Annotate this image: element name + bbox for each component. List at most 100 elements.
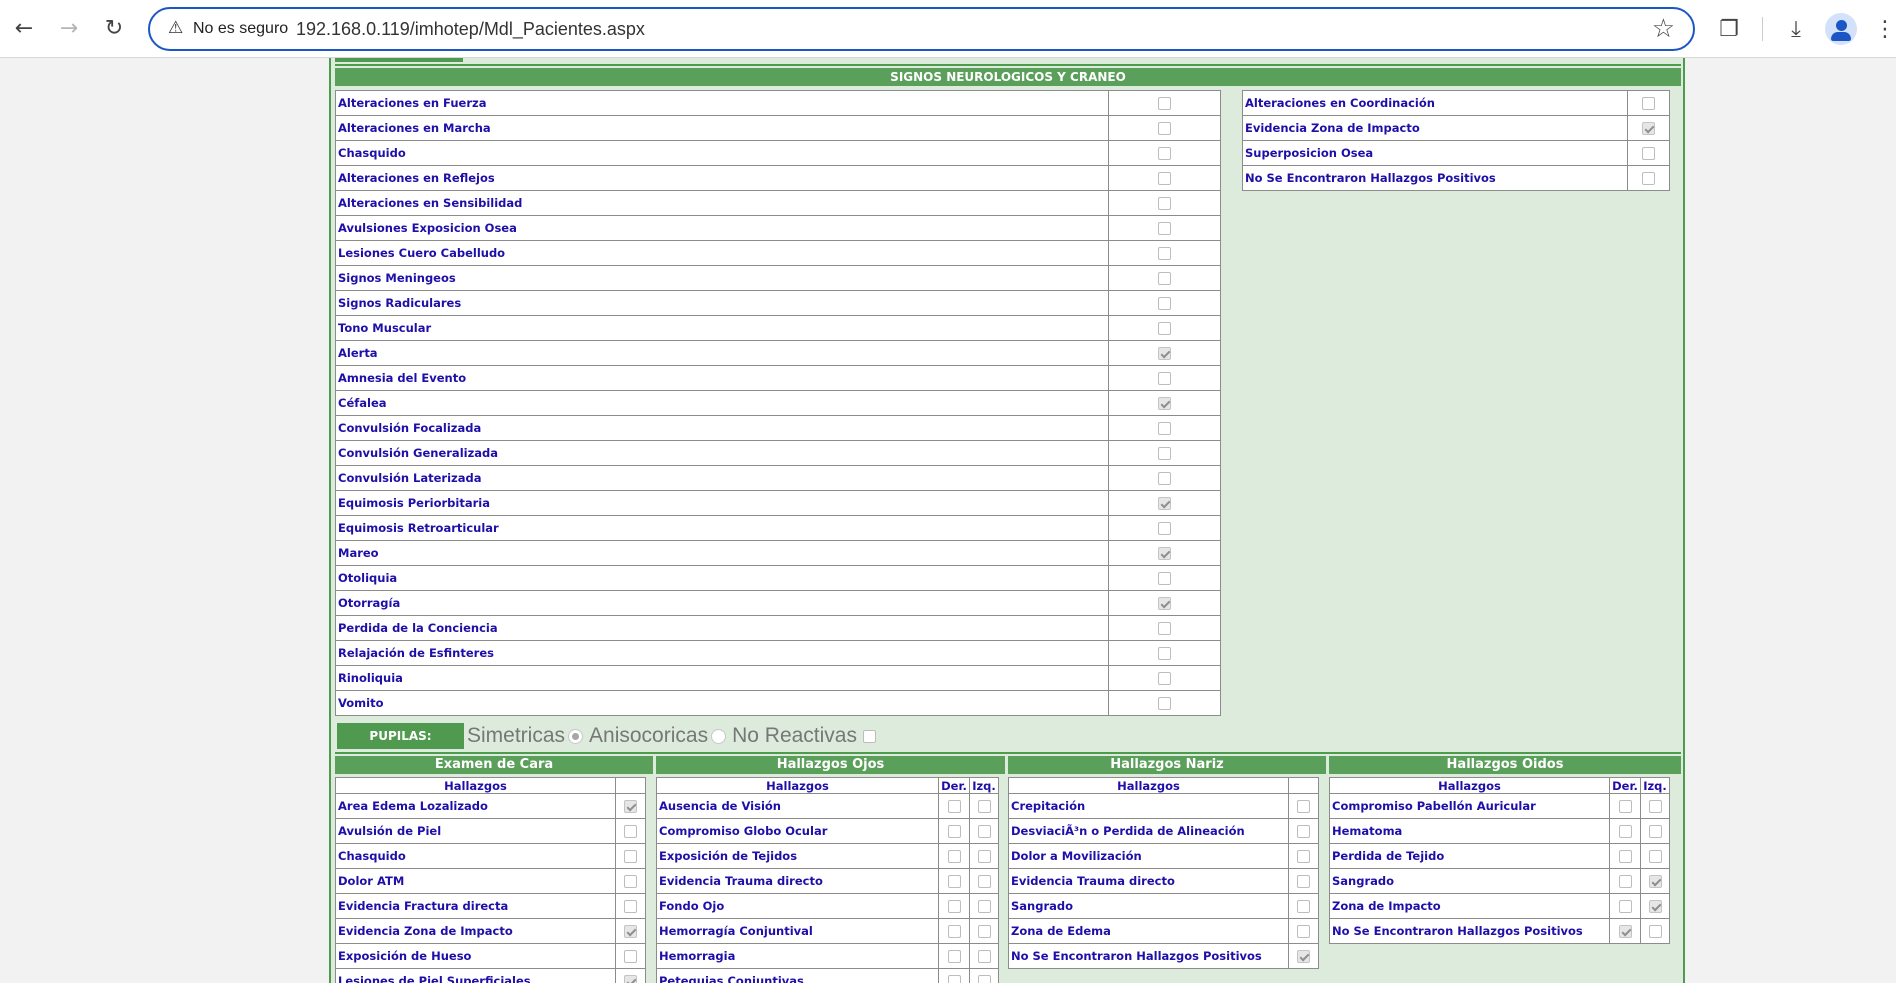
radio-anisocoricas[interactable] <box>711 728 727 744</box>
checkbox-no-reactivas[interactable] <box>862 729 876 743</box>
bookmark-star-icon[interactable]: ☆ <box>1652 14 1675 44</box>
finding-checkbox[interactable] <box>1158 372 1171 385</box>
finding-checkbox[interactable] <box>1158 322 1171 335</box>
finding-checkbox[interactable] <box>1158 297 1171 310</box>
izq-checkbox[interactable] <box>1648 825 1662 838</box>
finding-checkbox[interactable] <box>624 825 637 838</box>
address-bar[interactable]: ⚠ No es seguro 192.168.0.119/imhotep/Mdl… <box>148 7 1695 51</box>
finding-checkbox[interactable] <box>1158 672 1171 685</box>
der-checkbox[interactable] <box>947 900 961 913</box>
finding-checkbox[interactable] <box>1158 422 1171 435</box>
finding-checkbox[interactable] <box>1158 497 1171 510</box>
der-checkbox[interactable] <box>1618 850 1632 863</box>
der-checkbox[interactable] <box>1618 925 1632 938</box>
der-checkbox[interactable] <box>1618 900 1632 913</box>
izq-checkbox[interactable] <box>977 950 991 963</box>
izq-checkbox[interactable] <box>1648 900 1662 913</box>
izq-checkbox[interactable] <box>977 875 991 888</box>
finding-checkbox[interactable] <box>1158 697 1171 710</box>
back-arrow-icon[interactable]: ← <box>8 12 40 44</box>
der-checkbox[interactable] <box>947 800 961 813</box>
finding-checkbox[interactable] <box>624 850 637 863</box>
finding-label: No Se Encontraron Hallazgos Positivos <box>1008 943 1289 969</box>
finding-checkbox[interactable] <box>1642 147 1655 160</box>
checkbox-cell <box>938 818 970 844</box>
warning-triangle-icon[interactable]: ⚠ <box>168 18 183 38</box>
profile-avatar-icon[interactable] <box>1825 13 1857 45</box>
col-header: Hallazgos <box>1008 777 1289 794</box>
izq-checkbox[interactable] <box>977 850 991 863</box>
finding-checkbox[interactable] <box>1642 122 1655 135</box>
finding-label: Mareo <box>335 540 1109 566</box>
download-icon[interactable]: ⤓ <box>1779 12 1813 46</box>
finding-checkbox[interactable] <box>1158 447 1171 460</box>
finding-label: Dolor a Movilización <box>1008 843 1289 869</box>
radio-simetricas[interactable] <box>568 728 584 744</box>
extensions-icon[interactable]: ❐ <box>1712 12 1746 46</box>
reload-icon[interactable]: ↻ <box>98 12 130 44</box>
izq-checkbox[interactable] <box>977 800 991 813</box>
finding-checkbox[interactable] <box>1297 900 1310 913</box>
izq-checkbox[interactable] <box>977 925 991 938</box>
finding-checkbox[interactable] <box>1158 247 1171 260</box>
der-checkbox[interactable] <box>947 875 961 888</box>
izq-checkbox[interactable] <box>1648 875 1662 888</box>
der-checkbox[interactable] <box>947 850 961 863</box>
finding-checkbox[interactable] <box>1158 347 1171 360</box>
izq-checkbox[interactable] <box>977 825 991 838</box>
finding-checkbox[interactable] <box>1158 522 1171 535</box>
finding-label: Alteraciones en Coordinación <box>1242 90 1628 116</box>
finding-checkbox[interactable] <box>1158 272 1171 285</box>
url-text[interactable]: 192.168.0.119/imhotep/Mdl_Pacientes.aspx <box>296 19 645 40</box>
der-checkbox[interactable] <box>947 975 961 983</box>
izq-checkbox[interactable] <box>977 975 991 983</box>
der-checkbox[interactable] <box>947 925 961 938</box>
finding-label: No Se Encontraron Hallazgos Positivos <box>1242 165 1628 191</box>
finding-checkbox[interactable] <box>624 800 637 813</box>
izq-checkbox[interactable] <box>1648 800 1662 813</box>
finding-checkbox[interactable] <box>624 875 637 888</box>
der-checkbox[interactable] <box>1618 800 1632 813</box>
der-checkbox[interactable] <box>1618 825 1632 838</box>
finding-checkbox[interactable] <box>1158 97 1171 110</box>
finding-checkbox[interactable] <box>1158 597 1171 610</box>
finding-checkbox[interactable] <box>1158 197 1171 210</box>
izq-checkbox[interactable] <box>1648 850 1662 863</box>
finding-checkbox[interactable] <box>1297 950 1310 963</box>
finding-checkbox[interactable] <box>1297 925 1310 938</box>
finding-label: Relajación de Esfinteres <box>335 640 1109 666</box>
pupilas-option-label: Anisocoricas <box>589 724 709 747</box>
security-label[interactable]: No es seguro <box>193 20 288 38</box>
finding-checkbox[interactable] <box>1158 472 1171 485</box>
table-row: Compromiso Pabellón Auricular <box>1329 793 1670 819</box>
finding-checkbox[interactable] <box>624 925 637 938</box>
finding-checkbox[interactable] <box>1158 122 1171 135</box>
checkbox-cell <box>1640 918 1670 944</box>
finding-checkbox[interactable] <box>1158 622 1171 635</box>
forward-arrow-icon[interactable]: → <box>53 12 85 44</box>
finding-checkbox[interactable] <box>1158 547 1171 560</box>
finding-checkbox[interactable] <box>1642 97 1655 110</box>
finding-checkbox[interactable] <box>1158 147 1171 160</box>
finding-checkbox[interactable] <box>1297 850 1310 863</box>
der-checkbox[interactable] <box>947 825 961 838</box>
der-checkbox[interactable] <box>1618 875 1632 888</box>
finding-checkbox[interactable] <box>1297 875 1310 888</box>
finding-checkbox[interactable] <box>1158 397 1171 410</box>
checkbox-cell <box>1609 918 1641 944</box>
finding-checkbox[interactable] <box>1297 825 1310 838</box>
checkbox-cell <box>969 793 999 819</box>
der-checkbox[interactable] <box>947 950 961 963</box>
finding-checkbox[interactable] <box>624 900 637 913</box>
finding-checkbox[interactable] <box>1158 647 1171 660</box>
finding-checkbox[interactable] <box>1642 172 1655 185</box>
finding-checkbox[interactable] <box>624 950 637 963</box>
izq-checkbox[interactable] <box>1648 925 1662 938</box>
izq-checkbox[interactable] <box>977 900 991 913</box>
finding-checkbox[interactable] <box>624 975 637 983</box>
finding-checkbox[interactable] <box>1158 572 1171 585</box>
menu-kebab-icon[interactable]: ⋮ <box>1868 12 1896 46</box>
finding-checkbox[interactable] <box>1158 172 1171 185</box>
finding-checkbox[interactable] <box>1158 222 1171 235</box>
finding-checkbox[interactable] <box>1297 800 1310 813</box>
